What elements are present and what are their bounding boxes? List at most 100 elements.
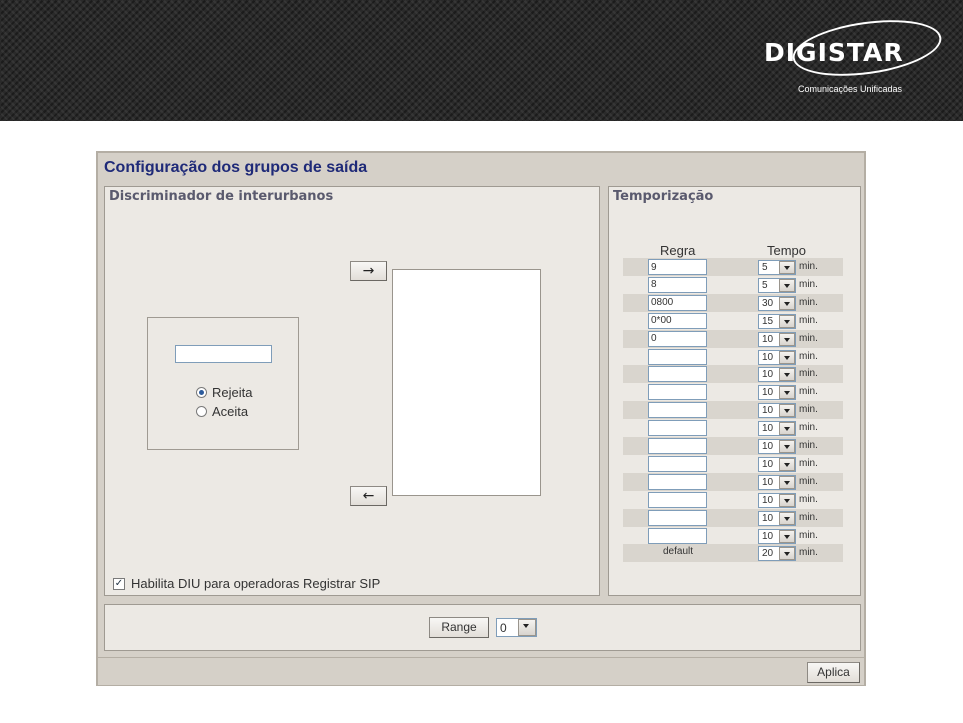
time-unit-label: min. <box>799 278 818 290</box>
prefix-listbox[interactable] <box>392 269 541 496</box>
rule-input[interactable] <box>648 366 707 383</box>
timing-row: 10 min. <box>623 437 843 455</box>
chevron-down-icon[interactable] <box>779 332 795 346</box>
time-select[interactable]: 30 <box>758 295 796 311</box>
range-button[interactable]: Range <box>429 617 489 638</box>
rule-input[interactable] <box>648 312 707 329</box>
time-select[interactable]: 5 <box>758 277 796 293</box>
rule-input[interactable] <box>648 330 707 347</box>
rule-input[interactable] <box>648 491 707 508</box>
radio-accept-row[interactable]: Aceita <box>196 404 248 419</box>
number-input[interactable] <box>175 345 272 363</box>
radio-reject[interactable] <box>196 387 207 398</box>
rule-input[interactable] <box>648 259 707 275</box>
chevron-down-icon[interactable] <box>779 386 795 400</box>
rule-input[interactable] <box>648 438 707 454</box>
time-unit-label: min. <box>799 350 818 362</box>
page-title: Configuração dos grupos de saída <box>104 159 368 176</box>
timing-row: 10 min. <box>623 508 843 527</box>
time-unit-label: min. <box>799 368 818 380</box>
discriminator-title: Discriminador de interurbanos <box>109 189 334 204</box>
time-select[interactable]: 10 <box>758 349 796 365</box>
time-unit-label: min. <box>799 422 818 434</box>
time-unit-label: min. <box>799 511 818 523</box>
rule-input[interactable] <box>648 348 707 365</box>
time-unit-label: min. <box>799 529 818 541</box>
rule-input[interactable] <box>648 473 707 490</box>
chevron-down-icon[interactable] <box>779 511 795 525</box>
time-select[interactable]: 10 <box>758 331 796 347</box>
logo-text: DIGISTAR <box>764 38 904 67</box>
header-banner: DIGISTAR Comunicações Unificadas <box>0 0 963 121</box>
add-arrow-button[interactable]: → <box>350 261 387 281</box>
chevron-down-icon[interactable] <box>779 314 795 328</box>
rule-column-header: Regra <box>660 243 696 258</box>
time-select[interactable]: 10 <box>758 367 796 383</box>
timing-row: 5 min. <box>623 258 843 276</box>
rule-input[interactable] <box>648 402 707 419</box>
time-select[interactable]: 10 <box>758 403 796 419</box>
time-select[interactable]: 10 <box>758 421 796 437</box>
time-unit-label: min. <box>799 547 818 559</box>
time-unit-label: min. <box>799 261 818 272</box>
chevron-down-icon[interactable] <box>779 404 795 418</box>
chevron-down-icon[interactable] <box>779 296 795 310</box>
remove-arrow-button[interactable]: ← <box>350 486 387 506</box>
time-unit-label: min. <box>799 457 818 469</box>
radio-reject-row[interactable]: Rejeita <box>196 385 252 400</box>
logo-subtitle: Comunicações Unificadas <box>798 84 903 94</box>
chevron-down-icon[interactable] <box>779 278 795 292</box>
time-select[interactable]: 10 <box>758 528 796 544</box>
chevron-down-icon[interactable] <box>779 529 795 543</box>
default-time-value: 20 <box>762 548 774 560</box>
chevron-down-icon[interactable] <box>779 457 795 471</box>
timing-row: 10 min. <box>623 491 843 509</box>
chevron-down-icon[interactable] <box>779 547 795 561</box>
rule-input[interactable] <box>648 384 707 401</box>
time-select[interactable]: 5 <box>758 260 796 275</box>
time-select-value: 10 <box>762 494 774 506</box>
range-group: Range 0 <box>104 604 861 651</box>
timing-row: 30 min. <box>623 293 843 312</box>
rule-input[interactable] <box>648 527 707 544</box>
time-select[interactable]: 10 <box>758 492 796 508</box>
time-select[interactable]: 10 <box>758 456 796 472</box>
default-label: default <box>663 546 694 558</box>
chevron-down-icon[interactable] <box>779 493 795 507</box>
chevron-down-icon[interactable] <box>779 368 795 382</box>
radio-accept[interactable] <box>196 406 207 417</box>
timing-row: 10 min. <box>623 365 843 384</box>
timing-row: 10 min. <box>623 401 843 420</box>
chevron-down-icon[interactable] <box>779 440 795 453</box>
diu-sip-checkbox-row[interactable]: ✓ Habilita DIU para operadoras Registrar… <box>113 576 380 591</box>
time-select-value: 10 <box>762 441 774 452</box>
time-select[interactable]: 10 <box>758 439 796 454</box>
time-unit-label: min. <box>799 493 818 505</box>
time-select[interactable]: 10 <box>758 510 796 526</box>
rule-input[interactable] <box>648 509 707 526</box>
time-select[interactable]: 15 <box>758 313 796 329</box>
timing-default-row: default 20 min. <box>623 544 843 563</box>
range-select[interactable]: 0 <box>496 618 537 637</box>
apply-button[interactable]: Aplica <box>807 662 860 683</box>
default-time-select[interactable]: 20 <box>758 546 796 562</box>
discriminator-group: Discriminador de interurbanos → ← Rejeit… <box>104 186 600 596</box>
time-select-value: 10 <box>762 476 774 488</box>
chevron-down-icon[interactable] <box>779 350 795 364</box>
chevron-down-icon[interactable] <box>779 475 795 489</box>
rule-input[interactable] <box>648 455 707 472</box>
rule-input[interactable] <box>648 276 707 293</box>
time-select[interactable]: 10 <box>758 385 796 401</box>
diu-sip-checkbox[interactable]: ✓ <box>113 577 125 590</box>
chevron-down-icon[interactable] <box>779 422 795 436</box>
timing-row: 10 min. <box>623 472 843 491</box>
time-select-value: 15 <box>762 315 774 327</box>
chevron-down-icon[interactable] <box>779 261 795 274</box>
rule-input[interactable] <box>648 420 707 437</box>
chevron-down-icon[interactable] <box>518 619 536 636</box>
time-unit-label: min. <box>799 440 818 451</box>
rule-input[interactable] <box>648 294 707 311</box>
timing-row: 10 min. <box>623 348 843 366</box>
time-select-value: 10 <box>762 512 774 524</box>
time-select[interactable]: 10 <box>758 474 796 490</box>
